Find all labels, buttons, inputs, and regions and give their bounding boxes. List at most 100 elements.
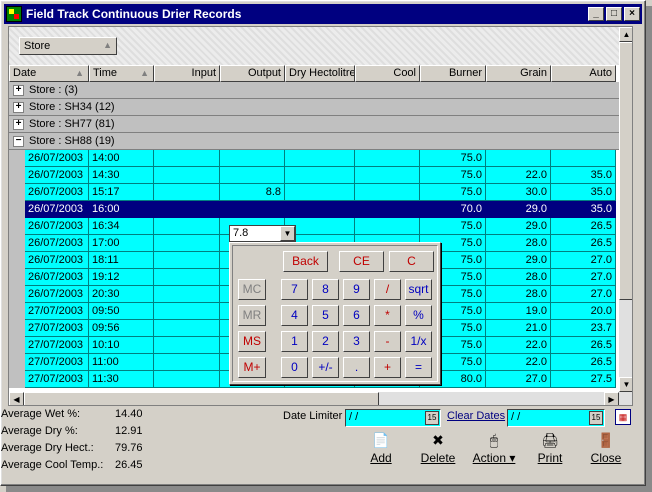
cell-output[interactable] — [220, 201, 285, 218]
output-cell-editor[interactable]: 7.8 ▼ — [229, 225, 296, 242]
column-header-grain[interactable]: Grain — [486, 65, 551, 82]
cell-grain[interactable]: 19.0 — [486, 303, 551, 320]
horizontal-scrollbar[interactable]: ◀ ▶ — [9, 392, 619, 405]
cell-burner[interactable]: 75.0 — [420, 184, 486, 201]
column-header-output[interactable]: Output — [220, 65, 285, 82]
cell-grain[interactable]: 29.0 — [486, 252, 551, 269]
column-header-dry_hect[interactable]: Dry Hectolitre — [285, 65, 355, 82]
cell-input[interactable] — [154, 218, 220, 235]
calendar-icon[interactable]: 15 — [425, 411, 439, 425]
calc-back-button[interactable]: Back — [283, 251, 328, 272]
cell-date[interactable]: 26/07/2003 — [25, 184, 89, 201]
cell-grain[interactable]: 28.0 — [486, 269, 551, 286]
table-row[interactable]: 26/07/2003 14:30 75.0 22.0 35.0 — [9, 167, 616, 184]
expand-icon[interactable]: + — [13, 118, 24, 130]
column-header-time[interactable]: Time ▲ — [89, 65, 154, 82]
cell-input[interactable] — [154, 354, 220, 371]
column-header-auto[interactable]: Auto — [551, 65, 616, 82]
cell-input[interactable] — [154, 201, 220, 218]
calc-key-button[interactable]: MR — [238, 305, 266, 326]
calc-key-button[interactable]: 1/x — [405, 331, 432, 352]
cell-input[interactable] — [154, 252, 220, 269]
date-to-field[interactable]: / / 15 — [507, 409, 605, 427]
cell-auto[interactable]: 26.5 — [551, 235, 616, 252]
cell-grain[interactable]: 22.0 — [486, 354, 551, 371]
calc-key-button[interactable]: 7 — [281, 279, 308, 300]
calc-key-button[interactable]: MS — [238, 331, 266, 352]
cell-time[interactable]: 14:30 — [89, 167, 154, 184]
cell-time[interactable]: 11:00 — [89, 354, 154, 371]
cell-grain[interactable]: 29.0 — [486, 201, 551, 218]
scroll-up-button[interactable]: ▲ — [619, 27, 632, 42]
cell-time[interactable]: 19:12 — [89, 269, 154, 286]
column-header-cool[interactable]: Cool — [355, 65, 420, 82]
cell-grain[interactable] — [486, 150, 551, 167]
cell-auto[interactable]: 26.5 — [551, 354, 616, 371]
cell-auto[interactable]: 35.0 — [551, 201, 616, 218]
calc-key-button[interactable]: 5 — [312, 305, 339, 326]
cell-time[interactable]: 10:10 — [89, 337, 154, 354]
calc-key-button[interactable]: / — [374, 279, 401, 300]
calc-key-button[interactable]: sqrt — [405, 279, 432, 300]
group-row[interactable]: − Store : SH88 (19) — [9, 133, 619, 150]
add-button[interactable]: 📄 Add — [353, 431, 409, 475]
cell-time[interactable]: 14:00 — [89, 150, 154, 167]
close-window-button[interactable]: × — [624, 7, 640, 21]
calc-key-button[interactable]: - — [374, 331, 401, 352]
cell-time[interactable]: 15:17 — [89, 184, 154, 201]
records-grid[interactable]: Store ▲ Date ▲ Time ▲ Input Output Dry Hectoli… — [8, 26, 633, 406]
calendar-grid-icon[interactable]: ▦ — [615, 409, 631, 425]
calc-key-button[interactable]: +/- — [312, 357, 339, 378]
calc-key-button[interactable]: * — [374, 305, 401, 326]
cell-date[interactable]: 26/07/2003 — [25, 252, 89, 269]
table-row[interactable]: 26/07/2003 15:17 8.8 75.0 30.0 35.0 — [9, 184, 616, 201]
column-header-burner[interactable]: Burner — [420, 65, 486, 82]
column-header-input[interactable]: Input — [154, 65, 220, 82]
group-row[interactable]: + Store : SH34 (12) — [9, 99, 619, 116]
table-row[interactable]: 26/07/2003 14:00 75.0 — [9, 150, 616, 167]
cell-cool[interactable] — [355, 167, 420, 184]
cell-date[interactable]: 26/07/2003 — [25, 167, 89, 184]
calc-key-button[interactable]: 0 — [281, 357, 308, 378]
cell-cool[interactable] — [355, 150, 420, 167]
print-button[interactable]: 🖨 Print — [522, 431, 578, 475]
cell-date[interactable]: 26/07/2003 — [25, 235, 89, 252]
cell-input[interactable] — [154, 303, 220, 320]
calc-key-button[interactable]: . — [343, 357, 370, 378]
table-row[interactable]: 26/07/2003 16:34 75.0 29.0 26.5 — [9, 218, 616, 235]
cell-auto[interactable]: 35.0 — [551, 167, 616, 184]
cell-auto[interactable]: 27.0 — [551, 252, 616, 269]
cell-date[interactable]: 26/07/2003 — [25, 201, 89, 218]
cell-auto[interactable]: 27.0 — [551, 286, 616, 303]
vertical-scroll-thumb[interactable] — [619, 42, 632, 300]
calc-key-button[interactable]: 2 — [312, 331, 339, 352]
table-row[interactable]: 26/07/2003 16:00 70.0 29.0 35.0 — [9, 201, 616, 218]
cell-burner[interactable]: 75.0 — [420, 150, 486, 167]
title-bar[interactable]: Field Track Continuous Drier Records _ □… — [4, 4, 642, 24]
collapse-icon[interactable]: − — [13, 135, 24, 147]
group-row[interactable]: + Store : SH77 (81) — [9, 116, 619, 133]
calc-key-button[interactable]: 8 — [312, 279, 339, 300]
calc-key-button[interactable]: 9 — [343, 279, 370, 300]
cell-input[interactable] — [154, 150, 220, 167]
cell-auto[interactable]: 27.5 — [551, 371, 616, 388]
cell-input[interactable] — [154, 184, 220, 201]
scroll-right-button[interactable]: ▶ — [604, 392, 619, 405]
clear-dates-link[interactable]: Clear Dates — [447, 410, 505, 422]
calc-key-button[interactable]: MC — [238, 279, 266, 300]
scroll-left-button[interactable]: ◀ — [9, 392, 24, 405]
cell-time[interactable]: 11:30 — [89, 371, 154, 388]
cell-cool[interactable] — [355, 184, 420, 201]
cell-time[interactable]: 20:30 — [89, 286, 154, 303]
cell-output[interactable] — [220, 150, 285, 167]
cell-time[interactable]: 09:50 — [89, 303, 154, 320]
cell-auto[interactable]: 35.0 — [551, 184, 616, 201]
maximize-button[interactable]: □ — [606, 7, 622, 21]
cell-grain[interactable]: 28.0 — [486, 235, 551, 252]
cell-auto[interactable]: 26.5 — [551, 337, 616, 354]
cell-date[interactable]: 26/07/2003 — [25, 218, 89, 235]
chevron-down-icon[interactable]: ▼ — [280, 226, 295, 241]
calc-key-button[interactable]: + — [374, 357, 401, 378]
cell-output[interactable]: 8.8 — [220, 184, 285, 201]
calc-key-button[interactable]: = — [405, 357, 432, 378]
